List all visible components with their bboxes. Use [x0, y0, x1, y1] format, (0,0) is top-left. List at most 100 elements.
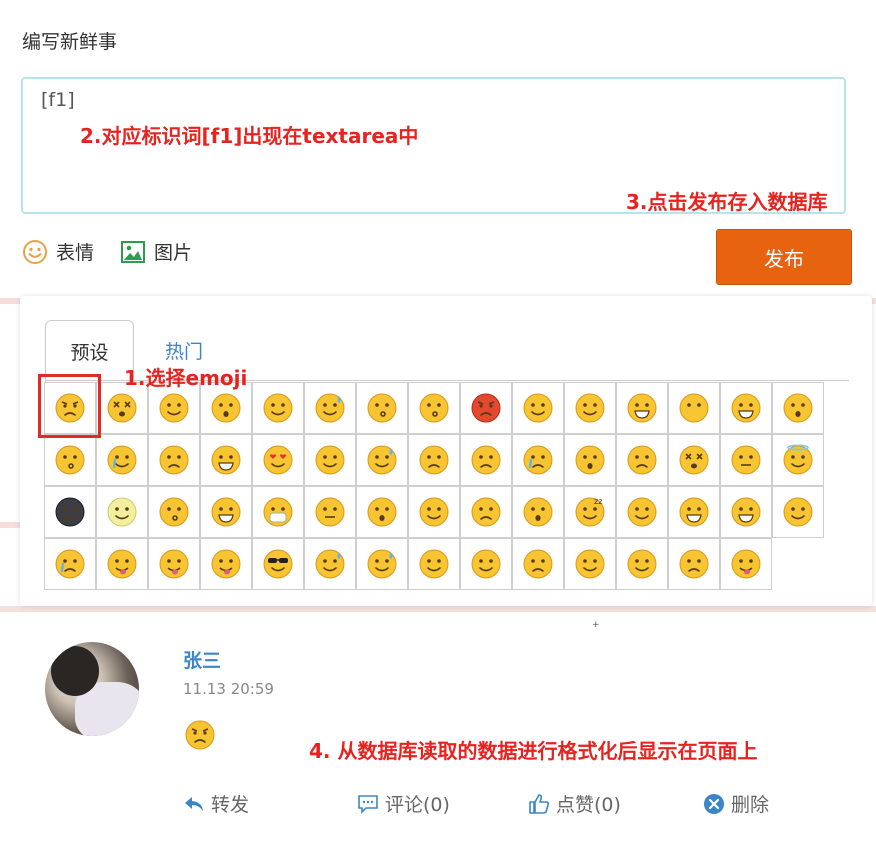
post-username[interactable]: 张三: [183, 646, 221, 673]
emoji-cell[interactable]: [200, 434, 252, 486]
smiling-blush-icon: [575, 393, 605, 423]
forward-button[interactable]: 转发: [183, 790, 249, 817]
worried-icon: [679, 549, 709, 579]
comment-label: 评论(0): [385, 794, 450, 816]
emoji-cell[interactable]: [408, 538, 460, 590]
heart-eyes-icon: [263, 445, 293, 475]
emoji-cell[interactable]: [408, 486, 460, 538]
emoji-cell[interactable]: [512, 434, 564, 486]
kissing-icon: [367, 393, 397, 423]
image-upload-button[interactable]: 图片: [120, 238, 192, 265]
emoji-cell[interactable]: [200, 486, 252, 538]
emoji-cell[interactable]: zz: [564, 486, 616, 538]
emoji-grid: zz: [44, 382, 850, 590]
emoji-cell[interactable]: [720, 486, 772, 538]
emoji-cell[interactable]: [720, 434, 772, 486]
tab-preset[interactable]: 预设: [45, 320, 134, 382]
emoji-cell[interactable]: [616, 486, 668, 538]
emoji-cell[interactable]: [668, 434, 720, 486]
grimace-teeth-icon: [211, 445, 241, 475]
emoji-cell[interactable]: [564, 382, 616, 434]
close-circle-icon: [704, 793, 724, 814]
angry-emoji-icon: [184, 719, 218, 753]
sleepy-icon: [627, 497, 657, 527]
emoji-cell[interactable]: [252, 486, 304, 538]
neutral-icon: [315, 497, 345, 527]
emoji-cell[interactable]: [668, 486, 720, 538]
emoji-cell[interactable]: [512, 486, 564, 538]
emoji-cell[interactable]: [460, 486, 512, 538]
emoji-cell[interactable]: [616, 538, 668, 590]
emoji-cell[interactable]: [304, 434, 356, 486]
emoji-cell[interactable]: [148, 538, 200, 590]
emoji-cell[interactable]: [356, 382, 408, 434]
emoji-cell[interactable]: [460, 434, 512, 486]
emoji-cell[interactable]: [668, 538, 720, 590]
grimacing-icon: [627, 393, 657, 423]
comment-button[interactable]: 评论(0): [357, 790, 450, 817]
emoji-cell[interactable]: [44, 486, 96, 538]
emoji-cell[interactable]: [772, 382, 824, 434]
scream-icon: [523, 497, 553, 527]
emoji-cell[interactable]: [512, 538, 564, 590]
open-mouth-icon: [367, 497, 397, 527]
svg-text:zz: zz: [594, 497, 602, 506]
emoji-cell[interactable]: [96, 538, 148, 590]
emoji-cell[interactable]: [252, 382, 304, 434]
emoji-cell[interactable]: [304, 538, 356, 590]
emoji-cell[interactable]: [720, 382, 772, 434]
like-label: 点赞(0): [556, 794, 621, 816]
emoji-cell[interactable]: [252, 538, 304, 590]
emoji-cell[interactable]: [408, 434, 460, 486]
cold-sweat-icon: [367, 445, 397, 475]
emoji-cell[interactable]: [304, 486, 356, 538]
emoji-cell[interactable]: [616, 382, 668, 434]
emoji-cell[interactable]: [616, 434, 668, 486]
emoji-cell[interactable]: [408, 382, 460, 434]
emoji-cell[interactable]: [356, 486, 408, 538]
smirk-icon: [783, 497, 813, 527]
emoji-cell[interactable]: [96, 486, 148, 538]
joy-tears-icon: [107, 445, 137, 475]
like-button[interactable]: 点赞(0): [528, 790, 621, 817]
disappointed-relieved-icon: [627, 445, 657, 475]
delete-button[interactable]: 删除: [703, 790, 769, 817]
emoji-cell[interactable]: [460, 382, 512, 434]
emoji-cell[interactable]: [668, 382, 720, 434]
emoji-cell[interactable]: [44, 538, 96, 590]
image-upload-label: 图片: [154, 242, 193, 264]
emoji-cell[interactable]: [460, 538, 512, 590]
emoji-cell[interactable]: [356, 434, 408, 486]
emoji-popup: 预设 热门 zz: [20, 296, 872, 606]
emoji-cell[interactable]: [720, 538, 772, 590]
emoji-cell[interactable]: [44, 434, 96, 486]
emoji-cell[interactable]: [148, 486, 200, 538]
tired-icon: [419, 549, 449, 579]
new-moon-face-icon: [55, 497, 85, 527]
avatar[interactable]: [45, 642, 139, 736]
sweat-icon: [315, 549, 345, 579]
publish-button[interactable]: 发布: [716, 229, 852, 285]
emoji-cell[interactable]: [356, 538, 408, 590]
emoji-cell[interactable]: [304, 382, 356, 434]
yum-icon: [731, 549, 761, 579]
emoji-cell[interactable]: [96, 434, 148, 486]
emoji-toggle-button[interactable]: 表情: [22, 238, 94, 265]
disappointed-icon: [471, 445, 501, 475]
emoji-cell[interactable]: [772, 434, 824, 486]
emoji-cell[interactable]: [200, 538, 252, 590]
emoji-cell[interactable]: [252, 434, 304, 486]
dizzy-face-icon: [679, 445, 709, 475]
tongue-squint-icon: [159, 549, 189, 579]
emoji-cell[interactable]: [564, 434, 616, 486]
sob-icon: [55, 549, 85, 579]
emoji-cell[interactable]: [564, 538, 616, 590]
emoji-cell[interactable]: [148, 434, 200, 486]
weary-icon: [575, 549, 605, 579]
image-icon: [121, 240, 145, 263]
compose-title: 编写新鲜事: [22, 31, 118, 53]
emoji-cell[interactable]: [512, 382, 564, 434]
persevere-icon: [419, 497, 449, 527]
textarea-value: [f1]: [41, 89, 75, 111]
emoji-cell[interactable]: [772, 486, 824, 538]
